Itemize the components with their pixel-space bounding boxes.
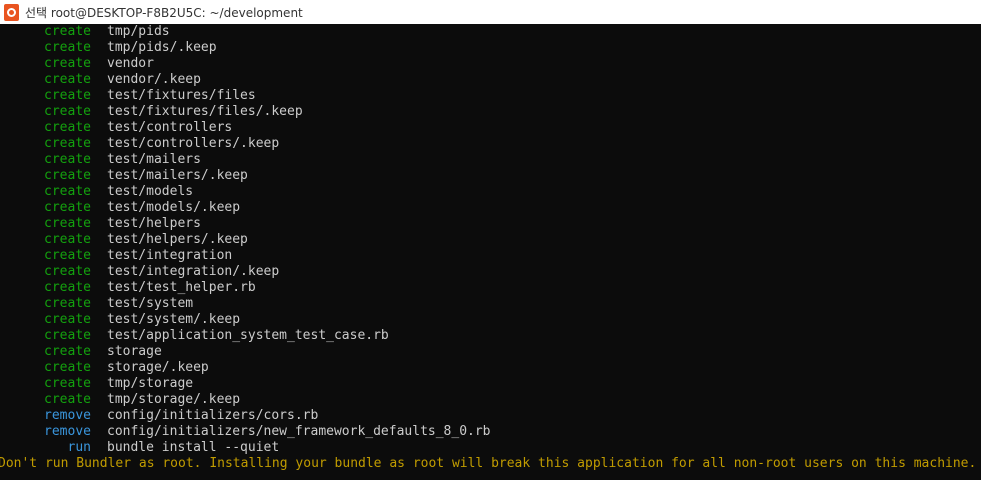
line-path: test/test_helper.rb <box>107 280 256 295</box>
line-path: storage <box>107 344 162 359</box>
line-path: vendor/.keep <box>107 72 201 87</box>
line-action: create <box>44 104 91 119</box>
terminal-line: remove config/initializers/cors.rb <box>0 408 981 424</box>
terminal-line: create vendor <box>0 56 981 72</box>
line-path: test/system <box>107 296 194 311</box>
line-path: tmp/storage/.keep <box>107 392 241 407</box>
terminal-line: create test/helpers/.keep <box>0 232 981 248</box>
line-action: create <box>44 264 91 279</box>
line-action: create <box>44 232 91 247</box>
terminal-line: create tmp/storage <box>0 376 981 392</box>
title-bar[interactable]: 선택 root@DESKTOP-F8B2U5C: ~/development <box>0 0 981 24</box>
line-path: storage/.keep <box>107 360 209 375</box>
line-action: create <box>44 392 91 407</box>
line-path: test/helpers <box>107 216 201 231</box>
line-path: tmp/storage <box>107 376 194 391</box>
terminal-line: create test/system <box>0 296 981 312</box>
terminal-line: create test/integration <box>0 248 981 264</box>
terminal-line: create tmp/pids/.keep <box>0 40 981 56</box>
line-path: bundle install --quiet <box>107 440 280 455</box>
terminal-line: create test/models <box>0 184 981 200</box>
terminal-line: create storage <box>0 344 981 360</box>
line-action: create <box>44 136 91 151</box>
line-path: vendor <box>107 56 154 71</box>
ubuntu-terminal-icon[interactable] <box>4 3 19 21</box>
line-action: create <box>44 24 91 39</box>
terminal-line: create test/fixtures/files <box>0 88 981 104</box>
line-action: create <box>44 296 91 311</box>
line-path: config/initializers/cors.rb <box>107 408 319 423</box>
line-action: create <box>44 328 91 343</box>
line-action: run <box>67 440 91 455</box>
terminal-window: 선택 root@DESKTOP-F8B2U5C: ~/development c… <box>0 0 981 480</box>
title-prefix: 선택 <box>25 5 48 20</box>
terminal-line: create vendor/.keep <box>0 72 981 88</box>
terminal-line: create test/mailers <box>0 152 981 168</box>
line-action: create <box>44 40 91 55</box>
line-action: create <box>44 280 91 295</box>
line-action: create <box>44 168 91 183</box>
line-path: test/mailers <box>107 152 201 167</box>
bundler-root-warning: Don't run Bundler as root. Installing yo… <box>0 456 977 471</box>
terminal-line: create storage/.keep <box>0 360 981 376</box>
line-action: create <box>44 312 91 327</box>
line-path: test/controllers <box>107 120 233 135</box>
line-path: tmp/pids/.keep <box>107 40 217 55</box>
line-path: test/integration/.keep <box>107 264 280 279</box>
line-action: create <box>44 376 91 391</box>
terminal-line: create tmp/storage/.keep <box>0 392 981 408</box>
terminal-line: remove config/initializers/new_framework_… <box>0 424 981 440</box>
terminal-line: create test/application_system_test_case.… <box>0 328 981 344</box>
line-action: create <box>44 72 91 87</box>
line-action: create <box>44 216 91 231</box>
line-path: test/models/.keep <box>107 200 241 215</box>
line-path: test/system/.keep <box>107 312 241 327</box>
terminal-line: create test/helpers <box>0 216 981 232</box>
line-path: test/mailers/.keep <box>107 168 248 183</box>
title-path: root@DESKTOP-F8B2U5C: ~/development <box>50 5 303 20</box>
line-path: test/application_system_test_case.rb <box>107 328 389 343</box>
line-action: create <box>44 88 91 103</box>
line-action: create <box>44 120 91 135</box>
terminal-line: create test/system/.keep <box>0 312 981 328</box>
line-path: tmp/pids <box>107 24 170 39</box>
terminal-line: create test/test_helper.rb <box>0 280 981 296</box>
line-action: create <box>44 200 91 215</box>
prompt-line <box>0 472 981 480</box>
terminal-line: create tmp/pids <box>0 24 981 40</box>
line-path: test/helpers/.keep <box>107 232 248 247</box>
line-action: remove <box>44 408 91 423</box>
terminal-line: run bundle install --quiet <box>0 440 981 456</box>
terminal-line: create test/controllers <box>0 120 981 136</box>
terminal-line: create test/mailers/.keep <box>0 168 981 184</box>
terminal-line: create test/fixtures/files/.keep <box>0 104 981 120</box>
line-path: test/fixtures/files/.keep <box>107 104 303 119</box>
line-action: create <box>44 248 91 263</box>
line-action: create <box>44 360 91 375</box>
line-action: create <box>44 152 91 167</box>
line-path: test/fixtures/files <box>107 88 256 103</box>
line-path: test/models <box>107 184 194 199</box>
line-path: test/integration <box>107 248 233 263</box>
terminal-output[interactable]: create tmp/pids create tmp/pids/.keep create… <box>0 24 981 480</box>
line-action: create <box>44 184 91 199</box>
line-action: remove <box>44 424 91 439</box>
line-action: create <box>44 344 91 359</box>
window-title: 선택 root@DESKTOP-F8B2U5C: ~/development <box>25 4 303 21</box>
terminal-line: create test/controllers/.keep <box>0 136 981 152</box>
terminal-line: create test/models/.keep <box>0 200 981 216</box>
terminal-line: create test/integration/.keep <box>0 264 981 280</box>
line-path: test/controllers/.keep <box>107 136 280 151</box>
line-action: create <box>44 56 91 71</box>
line-path: config/initializers/new_framework_defaul… <box>107 424 491 439</box>
